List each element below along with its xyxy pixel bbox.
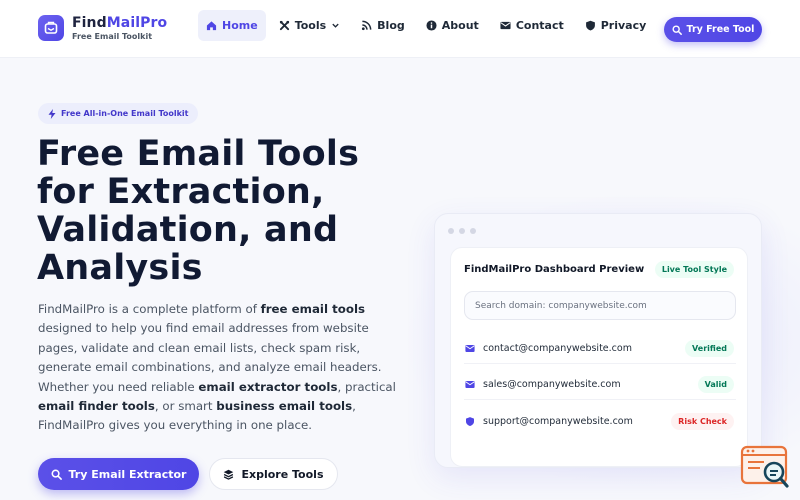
- hero-description: FindMailPro is a complete platform of fr…: [38, 302, 396, 433]
- try-email-extractor-button[interactable]: Try Email Extractor: [38, 458, 199, 490]
- email-result-row: support@companywebsite.com Risk Check: [464, 406, 736, 436]
- logo-mailbox-icon: [38, 15, 64, 41]
- search-icon: [51, 469, 62, 480]
- home-icon: [206, 21, 217, 31]
- email-result-row: sales@companywebsite.com Valid: [464, 370, 736, 400]
- nav-blog[interactable]: Blog: [353, 10, 413, 41]
- status-badge: Valid: [697, 376, 734, 393]
- envelope-icon: [464, 344, 476, 353]
- nav-tools[interactable]: Tools: [271, 10, 348, 41]
- window-dots: [448, 228, 481, 234]
- lightning-icon: [48, 108, 56, 119]
- brand-logo[interactable]: FindMailPro Free Email Toolkit: [38, 15, 167, 41]
- rss-icon: [362, 20, 372, 31]
- try-free-tool-button[interactable]: Try Free Tool: [664, 17, 762, 42]
- chevron-down-icon: [332, 23, 339, 28]
- floating-help-widget[interactable]: [740, 444, 792, 490]
- hero-badge: Free All-in-One Email Toolkit: [38, 103, 199, 124]
- email-address: support@companywebsite.com: [483, 415, 633, 427]
- envelope-icon: [464, 380, 476, 389]
- email-address: contact@companywebsite.com: [483, 343, 632, 354]
- status-badge: Verified: [685, 340, 734, 357]
- nav-contact[interactable]: Contact: [492, 10, 572, 41]
- browser-search-icon: [740, 445, 789, 488]
- dashboard-preview-card: FindMailPro Dashboard Preview Live Tool …: [450, 247, 748, 467]
- brand-name: FindMailPro: [72, 14, 168, 31]
- site-header: FindMailPro Free Email Toolkit Home Tool…: [0, 0, 800, 58]
- dashboard-preview-window: FindMailPro Dashboard Preview Live Tool …: [434, 213, 762, 468]
- hero-headline: Free Email Tools for Extraction, Validat…: [37, 134, 360, 288]
- email-result-row: contact@companywebsite.com Verified: [464, 334, 736, 364]
- info-icon: [426, 20, 437, 31]
- tools-icon: [279, 20, 289, 31]
- shield-icon: [585, 20, 595, 31]
- shield-icon: [464, 416, 476, 427]
- status-badge: Risk Check: [671, 412, 734, 430]
- email-address: sales@companywebsite.com: [483, 379, 621, 390]
- envelope-icon: [500, 21, 511, 30]
- search-icon: [671, 24, 682, 35]
- explore-tools-button[interactable]: Explore Tools: [209, 458, 338, 490]
- nav-home[interactable]: Home: [198, 10, 266, 41]
- live-tool-style-badge: Live Tool Style: [654, 261, 734, 278]
- nav-about[interactable]: About: [418, 10, 487, 41]
- nav-privacy[interactable]: Privacy: [577, 10, 655, 41]
- domain-search-input[interactable]: [464, 291, 736, 320]
- layers-icon: [224, 469, 234, 480]
- main-nav: Home Tools Blog About Contact Privacy: [198, 10, 659, 41]
- preview-title: FindMailPro Dashboard Preview: [464, 264, 645, 275]
- brand-tagline: Free Email Toolkit: [72, 31, 153, 41]
